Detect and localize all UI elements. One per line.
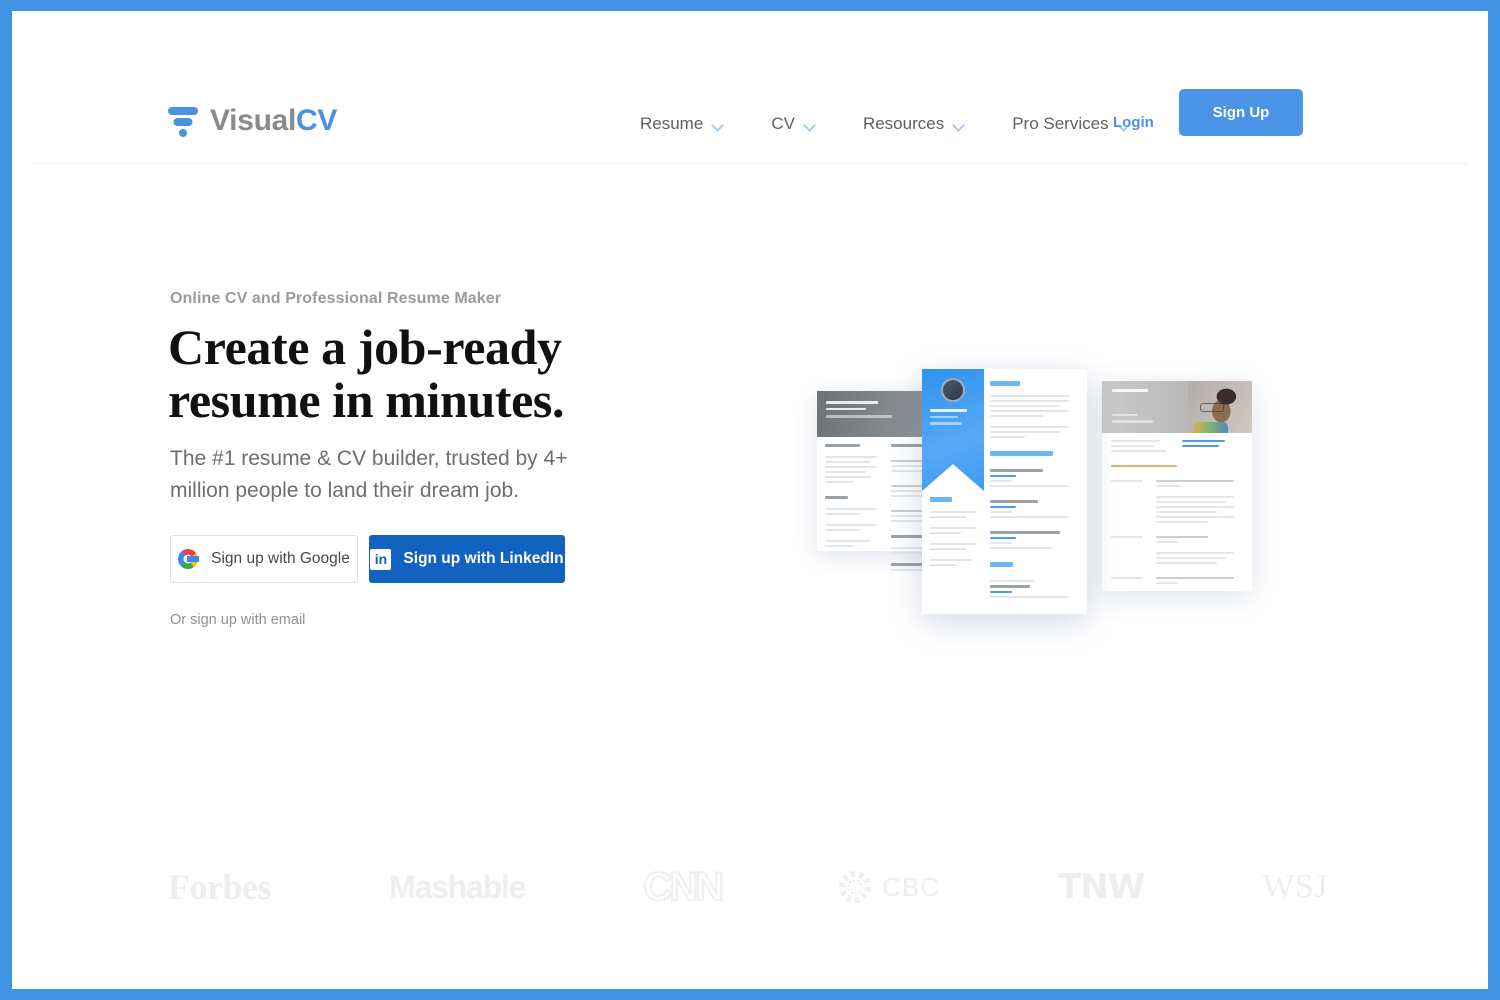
resume-center-body <box>990 381 1078 601</box>
main-navigation: Resume CV Resources Pro Services <box>616 108 1153 140</box>
avatar <box>941 378 965 402</box>
nav-item-label: Resources <box>862 114 945 133</box>
brand-logo[interactable]: VisualCV <box>167 99 337 143</box>
tnw-logo: TNW <box>1058 867 1145 907</box>
brand-name-part1: Visual <box>210 104 297 137</box>
cbc-gem-icon <box>839 871 872 903</box>
page-title: Create a job-ready resume in minutes. <box>168 321 728 427</box>
nav-item-label: Resume <box>640 114 704 133</box>
nav-item-label: CV <box>771 114 795 133</box>
nav-item-label: Pro Services <box>1012 114 1109 133</box>
hero-subtitle: The #1 resume & CV builder, trusted by 4… <box>170 447 568 502</box>
chevron-down-icon <box>953 121 964 128</box>
page-frame: VisualCV Resume CV Resources Pro Service… <box>12 11 1488 989</box>
nav-item-cv[interactable]: CV <box>747 108 839 140</box>
brand-name: VisualCV <box>210 104 337 138</box>
cnn-logo: CNN <box>642 864 725 910</box>
resume-right-body <box>1102 433 1252 591</box>
funnel-icon <box>167 103 199 139</box>
header-divider <box>32 163 1468 164</box>
resume-center-blue-ribbon <box>922 369 984 491</box>
resume-right-header <box>1102 381 1252 433</box>
linkedin-in-icon: in <box>370 548 392 570</box>
nav-item-resume[interactable]: Resume <box>616 108 747 140</box>
chevron-down-icon <box>804 121 815 128</box>
signup-with-email-link[interactable]: Or sign up with email <box>170 612 305 628</box>
google-g-icon <box>178 549 200 569</box>
signup-options: Sign up with Google in Sign up with Link… <box>170 535 565 583</box>
signup-google-label: Sign up with Google <box>211 550 350 567</box>
signup-with-google-button[interactable]: Sign up with Google <box>170 535 358 583</box>
nav-item-resources[interactable]: Resources <box>839 108 988 140</box>
resume-template-right <box>1102 381 1252 591</box>
mashable-logo: Mashable <box>389 868 526 905</box>
press-logos: Forbes Mashable CNN CBC TNW WSJ <box>168 856 1328 918</box>
hero-title-line1: Create a job-ready <box>168 319 562 375</box>
hero-eyebrow: Online CV and Professional Resume Maker <box>170 290 502 307</box>
hero-title-line2: resume in minutes. <box>168 372 565 428</box>
signup-linkedin-label: Sign up with LinkedIn <box>403 550 564 567</box>
chevron-down-icon <box>712 121 723 128</box>
cbc-logo-label: CBC <box>882 871 940 902</box>
hero-illustration <box>792 351 1312 641</box>
site-header: VisualCV Resume CV Resources Pro Service… <box>12 11 1488 163</box>
signup-button[interactable]: Sign Up <box>1179 89 1303 136</box>
brand-name-part2: CV <box>296 104 338 137</box>
wsj-logo: WSJ <box>1262 868 1328 905</box>
forbes-logo: Forbes <box>168 867 271 907</box>
resume-template-center <box>922 369 1087 614</box>
resume-right-portrait-photo <box>1188 381 1252 433</box>
signup-with-linkedin-button[interactable]: in Sign up with LinkedIn <box>369 535 565 583</box>
cbc-logo: CBC <box>839 871 940 903</box>
login-link[interactable]: Login <box>1113 114 1154 131</box>
